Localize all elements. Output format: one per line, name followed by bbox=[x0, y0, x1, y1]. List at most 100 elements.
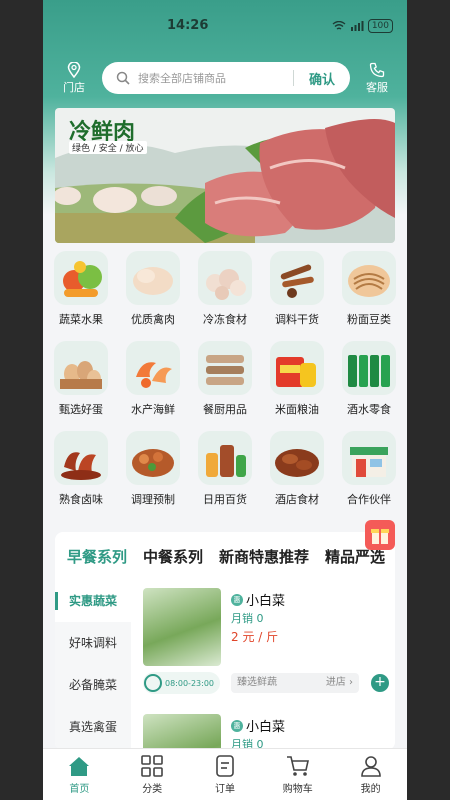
tab-home[interactable]: 首页 bbox=[43, 749, 116, 800]
side-nav: 实惠蔬菜 好味调料 必备腌菜 真选禽蛋 bbox=[55, 580, 131, 750]
prepared-food-icon bbox=[126, 431, 180, 485]
discount-badge: 惠 bbox=[231, 593, 243, 606]
category-eggs[interactable]: 甄选好蛋 bbox=[45, 341, 117, 417]
side-nav-item[interactable]: 实惠蔬菜 bbox=[55, 580, 131, 622]
category-frozen[interactable]: 冷冻食材 bbox=[189, 251, 261, 327]
category-label: 酒店食材 bbox=[275, 493, 319, 506]
poultry-icon bbox=[126, 251, 180, 305]
product-name: 惠小白菜 bbox=[231, 590, 285, 609]
shop-link[interactable]: 臻选鲜蔬 进店 › bbox=[231, 673, 359, 693]
daily-goods-icon bbox=[198, 431, 252, 485]
product-image bbox=[143, 588, 221, 666]
user-icon bbox=[360, 756, 381, 777]
product-name-text: 小白菜 bbox=[246, 720, 286, 735]
tab-orders[interactable]: 订单 bbox=[189, 749, 262, 800]
product-meta: 08:00-23:00 臻选鲜蔬 进店 › + bbox=[143, 672, 391, 694]
search-confirm-button[interactable]: 确认 bbox=[294, 69, 350, 88]
business-hours-text: 08:00-23:00 bbox=[165, 678, 214, 688]
banner-tagline: 绿色 / 安全 / 放心 bbox=[69, 141, 147, 154]
location-pin-icon bbox=[67, 62, 81, 78]
category-label: 米面粮油 bbox=[275, 403, 319, 416]
seafood-icon bbox=[126, 341, 180, 395]
category-poultry[interactable]: 优质禽肉 bbox=[117, 251, 189, 327]
add-to-cart-button[interactable]: + bbox=[371, 674, 389, 692]
store-label: 门店 bbox=[63, 81, 85, 94]
status-bar: 14:26 100 bbox=[43, 14, 407, 38]
tab-new-merchant-deals[interactable]: 新商特惠推荐 bbox=[219, 546, 309, 567]
category-vegetables[interactable]: 蔬菜水果 bbox=[45, 251, 117, 327]
side-nav-item[interactable]: 真选禽蛋 bbox=[55, 706, 131, 748]
category-label: 调料干货 bbox=[275, 313, 319, 326]
phone-icon bbox=[369, 62, 385, 78]
grid-icon bbox=[141, 755, 163, 777]
category-drinks[interactable]: 酒水零食 bbox=[333, 341, 405, 417]
product-name: 惠小白菜 bbox=[231, 716, 285, 735]
tab-orders-label: 订单 bbox=[214, 784, 235, 795]
category-hotel-food[interactable]: 酒店食材 bbox=[261, 431, 333, 507]
tab-cart-label: 购物车 bbox=[282, 784, 313, 795]
category-label: 日用百货 bbox=[203, 493, 247, 506]
product-name-text: 小白菜 bbox=[246, 594, 286, 609]
series-tabs: 早餐系列 中餐系列 新商特惠推荐 精品严选 bbox=[55, 532, 395, 580]
tab-lunch[interactable]: 中餐系列 bbox=[143, 546, 203, 567]
battery-indicator: 100 bbox=[367, 19, 393, 33]
noodles-icon bbox=[342, 251, 396, 305]
app-screen: 14:26 100 门店 搜索全部店铺商品 确认 客服 冷鲜肉 绿色 / 安全 … bbox=[43, 0, 407, 800]
partner-icon bbox=[342, 431, 396, 485]
grain-oil-icon bbox=[270, 341, 324, 395]
tab-profile-label: 我的 bbox=[360, 784, 381, 795]
customer-service-button[interactable]: 客服 bbox=[357, 62, 397, 95]
category-label: 调理预制 bbox=[131, 493, 175, 506]
category-label: 餐厨用品 bbox=[203, 403, 247, 416]
tab-category[interactable]: 分类 bbox=[116, 749, 189, 800]
eggs-icon bbox=[54, 341, 108, 395]
category-grain-oil[interactable]: 米面粮油 bbox=[261, 341, 333, 417]
category-label: 蔬菜水果 bbox=[59, 313, 103, 326]
enter-shop-link[interactable]: 进店 › bbox=[326, 673, 353, 693]
category-daily-goods[interactable]: 日用百货 bbox=[189, 431, 261, 507]
category-kitchenware[interactable]: 餐厨用品 bbox=[189, 341, 261, 417]
category-label: 甄选好蛋 bbox=[59, 403, 103, 416]
search-bar[interactable]: 搜索全部店铺商品 确认 bbox=[102, 62, 350, 94]
top-bar: 门店 搜索全部店铺商品 确认 客服 bbox=[43, 62, 407, 96]
store-button[interactable]: 门店 bbox=[54, 62, 94, 95]
category-partner[interactable]: 合作伙伴 bbox=[333, 431, 405, 507]
tab-home-label: 首页 bbox=[69, 784, 90, 795]
discount-badge: 惠 bbox=[231, 719, 243, 732]
signal-icon bbox=[350, 21, 364, 31]
product-section: 早餐系列 中餐系列 新商特惠推荐 精品严选 实惠蔬菜 好味调料 必备腌菜 真选禽… bbox=[55, 532, 395, 750]
hotel-food-icon bbox=[270, 431, 324, 485]
promo-banner[interactable]: 冷鲜肉 绿色 / 安全 / 放心 bbox=[55, 108, 395, 243]
service-label: 客服 bbox=[366, 81, 388, 94]
category-prepared-food[interactable]: 调理预制 bbox=[117, 431, 189, 507]
business-hours: 08:00-23:00 bbox=[143, 672, 220, 694]
vegetables-icon bbox=[54, 251, 108, 305]
gift-icon[interactable] bbox=[365, 520, 395, 550]
category-noodles[interactable]: 粉面豆类 bbox=[333, 251, 405, 327]
side-nav-item[interactable]: 好味调料 bbox=[55, 622, 131, 664]
category-spices[interactable]: 调料干货 bbox=[261, 251, 333, 327]
side-nav-item[interactable]: 必备腌菜 bbox=[55, 664, 131, 706]
spices-icon bbox=[270, 251, 324, 305]
product-price: 2 元 / 斤 bbox=[231, 630, 279, 644]
category-label: 冷冻食材 bbox=[203, 313, 247, 326]
category-label: 合作伙伴 bbox=[347, 493, 391, 506]
tab-breakfast[interactable]: 早餐系列 bbox=[67, 546, 127, 567]
search-icon bbox=[116, 71, 130, 85]
home-icon bbox=[69, 757, 90, 776]
category-label: 粉面豆类 bbox=[347, 313, 391, 326]
category-label: 酒水零食 bbox=[347, 403, 391, 416]
clock-icon bbox=[144, 674, 162, 692]
category-label: 水产海鲜 bbox=[131, 403, 175, 416]
category-braised-food[interactable]: 熟食卤味 bbox=[45, 431, 117, 507]
kitchenware-icon bbox=[198, 341, 252, 395]
search-input[interactable]: 搜索全部店铺商品 bbox=[138, 70, 293, 86]
drinks-icon bbox=[342, 341, 396, 395]
wifi-icon bbox=[332, 21, 346, 30]
braised-food-icon bbox=[54, 431, 108, 485]
tab-cart[interactable]: 购物车 bbox=[261, 749, 334, 800]
shop-name: 臻选鲜蔬 bbox=[237, 677, 277, 688]
tab-profile[interactable]: 我的 bbox=[334, 749, 407, 800]
frozen-food-icon bbox=[198, 251, 252, 305]
category-seafood[interactable]: 水产海鲜 bbox=[117, 341, 189, 417]
